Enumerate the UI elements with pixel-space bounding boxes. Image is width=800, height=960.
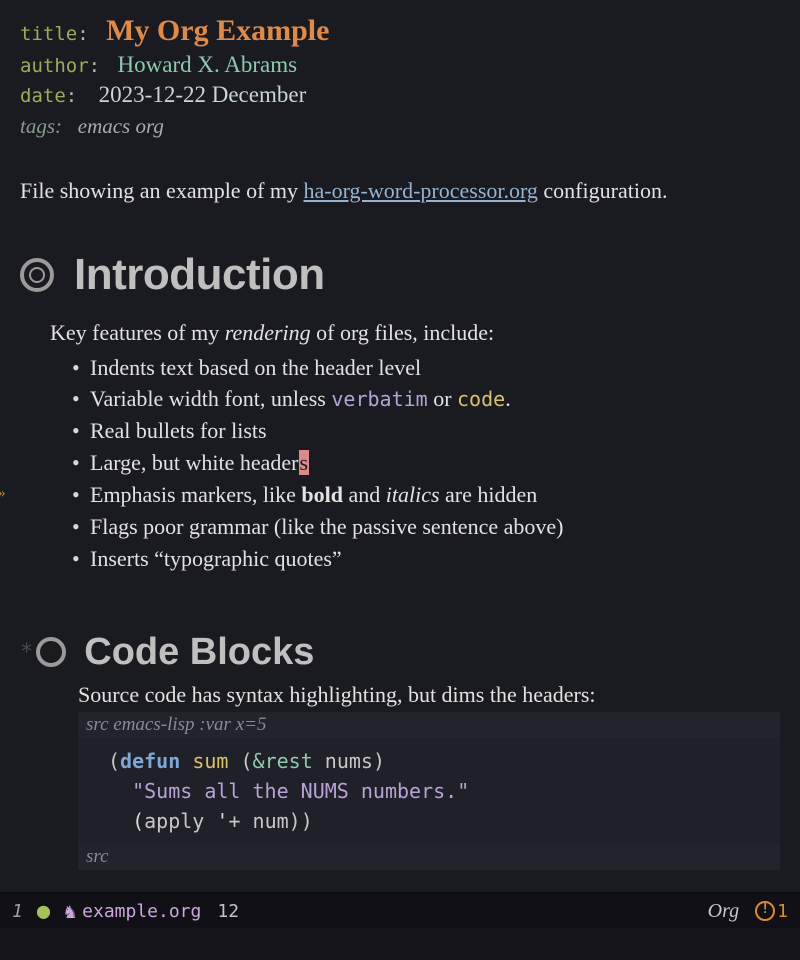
section-introduction-body: Key features of my rendering of org file… <box>50 320 780 575</box>
heading-bullet-icon <box>36 637 66 667</box>
warning-icon: ! <box>755 901 775 921</box>
config-link[interactable]: ha-org-word-processor.org <box>304 178 538 203</box>
major-mode[interactable]: Org <box>708 900 739 923</box>
list-item: Real bullets for lists <box>72 415 780 447</box>
fringe-arrow-icon: » <box>0 483 6 505</box>
editor-buffer[interactable]: title: My Org Example author: Howard X. … <box>0 0 800 890</box>
meta-tags-line: tags: emacs org <box>20 114 780 139</box>
minibuffer[interactable] <box>0 928 800 960</box>
mode-line[interactable]: 1 ● ♞ example.org 12 Org ! 1 <box>0 892 800 928</box>
list-item: Inserts “typographic quotes” <box>72 543 780 575</box>
meta-key-date: date <box>20 85 66 107</box>
heading-introduction[interactable]: Introduction <box>20 250 780 300</box>
list-item: » Emphasis markers, like bold and italic… <box>72 479 780 511</box>
buffer-filename[interactable]: example.org <box>82 901 201 922</box>
intro-paragraph: File showing an example of my ha-org-wor… <box>20 177 780 206</box>
heading-code-blocks[interactable]: * Code Blocks <box>20 631 780 674</box>
heading-bullet-icon <box>20 258 54 292</box>
list-item: Variable width font, unless verbatim or … <box>72 383 780 415</box>
meta-key-title: title <box>20 23 77 45</box>
heading-star-dim: * <box>20 640 33 665</box>
doom-icon: ♞ <box>64 899 76 923</box>
flycheck-warnings[interactable]: ! 1 <box>755 901 788 922</box>
modified-indicator-icon: ● <box>37 899 50 924</box>
text-cursor: s <box>299 450 310 475</box>
document-title: My Org Example <box>106 14 329 47</box>
meta-key-author: author <box>20 55 89 77</box>
heading1-text: Introduction <box>74 250 325 300</box>
list-item: Large, but white headers <box>72 447 780 479</box>
line-number: 12 <box>217 901 239 922</box>
meta-date-line: date: 2023-12-22 December <box>20 82 780 108</box>
list-item: Flags poor grammar (like the passive sen… <box>72 511 780 543</box>
list-item: Indents text based on the header level <box>72 352 780 384</box>
code-text: code <box>457 387 505 411</box>
src-block[interactable]: (defun sum (&rest nums) "Sums all the NU… <box>78 738 780 844</box>
window-number: 1 <box>12 901 23 922</box>
meta-title-line: title: My Org Example <box>20 14 780 48</box>
heading2-text: Code Blocks <box>84 631 314 674</box>
feature-list: Indents text based on the header level V… <box>50 352 780 575</box>
verbatim-text: verbatim <box>331 387 427 411</box>
warning-count: 1 <box>777 901 788 922</box>
src-block-header: src emacs-lisp :var x=5 <box>78 712 780 738</box>
document-tags: emacs org <box>78 114 164 138</box>
document-author: Howard X. Abrams <box>118 52 298 77</box>
src-intro-text: Source code has syntax highlighting, but… <box>78 682 780 708</box>
features-lead: Key features of my rendering of org file… <box>50 320 780 346</box>
section-code-body: Source code has syntax highlighting, but… <box>78 682 780 870</box>
document-date: 2023-12-22 December <box>99 82 307 107</box>
meta-key-tags: tags: <box>20 114 62 138</box>
src-block-footer: src <box>78 844 780 870</box>
meta-author-line: author: Howard X. Abrams <box>20 52 780 78</box>
